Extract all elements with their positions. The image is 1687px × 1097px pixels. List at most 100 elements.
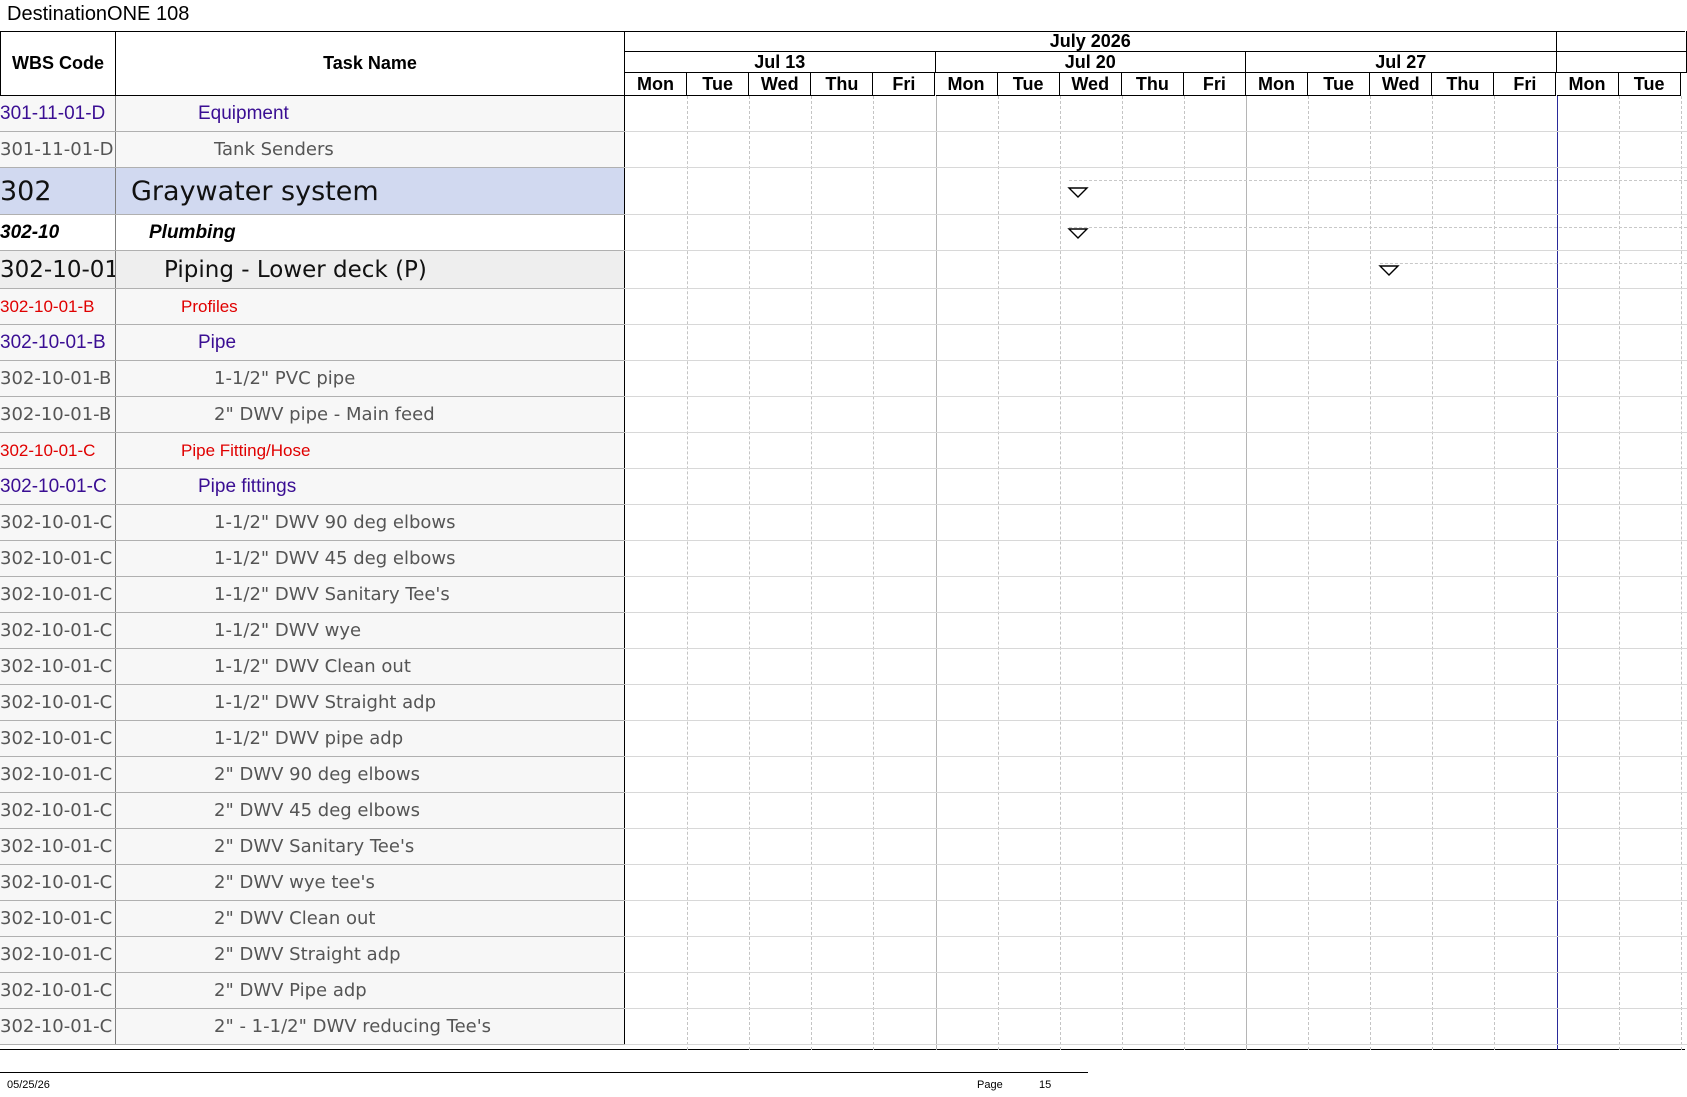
gantt-chart-area[interactable] xyxy=(625,96,1687,1050)
task-name-cell[interactable]: Pipe fittings xyxy=(116,469,625,504)
wbs-code-cell[interactable]: 302-10-01-C 0 xyxy=(0,721,116,756)
wbs-code-cell[interactable]: 302-10-01-B xyxy=(0,325,116,360)
task-name-cell[interactable]: 2" - 1-1/2" DWV reducing Tee's xyxy=(116,1009,625,1044)
wbs-code-cell[interactable]: 302-10-01-C 0 xyxy=(0,829,116,864)
task-name-cell[interactable]: 2" DWV pipe - Main feed xyxy=(116,397,625,432)
task-name-cell[interactable]: 2" DWV wye tee's xyxy=(116,865,625,900)
task-name-cell[interactable]: Equipment xyxy=(116,96,625,131)
day-gridline xyxy=(1494,96,1496,1050)
wbs-code-cell[interactable]: 302-10-01-C 0 xyxy=(0,613,116,648)
task-name-cell[interactable]: Profiles xyxy=(116,289,625,324)
wbs-code-cell[interactable]: 302-10-01-C 0 xyxy=(0,577,116,612)
task-row[interactable]: 302-10-01-C 01-1/2" DWV 45 deg elbows xyxy=(0,541,625,577)
task-row[interactable]: 302-10-01-C 01-1/2" DWV 90 deg elbows xyxy=(0,505,625,541)
summary-bar-line xyxy=(1069,180,1687,181)
row-gridline xyxy=(625,864,1687,865)
task-name-cell[interactable]: 2" DWV Straight adp xyxy=(116,937,625,972)
wbs-code-cell[interactable]: 302-10-01-C 0 xyxy=(0,649,116,684)
wbs-code-column-header[interactable]: WBS Code xyxy=(0,31,116,96)
wbs-code-cell[interactable]: 302-10-01-B 0 xyxy=(0,361,116,396)
task-name-cell[interactable]: 1-1/2" DWV Straight adp xyxy=(116,685,625,720)
wbs-code-cell[interactable]: 302-10-01-C 0 xyxy=(0,1009,116,1044)
task-name-cell[interactable]: 1-1/2" DWV 45 deg elbows xyxy=(116,541,625,576)
wbs-code-cell[interactable]: 302-10-01-B xyxy=(0,289,116,324)
task-row[interactable]: 302 Graywater system xyxy=(0,168,625,215)
wbs-code-cell[interactable]: 302-10-01-C 0 xyxy=(0,757,116,792)
task-row[interactable]: 302-10-01-C 01-1/2" DWV wye xyxy=(0,613,625,649)
task-row[interactable]: 302-10-01-C 01-1/2" DWV Clean out xyxy=(0,649,625,685)
wbs-code-cell[interactable]: 302-10-01-C xyxy=(0,469,116,504)
task-row[interactable]: 302-10-01-B 0 1-1/2" PVC pipe xyxy=(0,361,625,397)
wbs-code-cell[interactable]: 301-11-01-D xyxy=(0,96,116,131)
wbs-code-cell[interactable]: 302-10-01-C 0 xyxy=(0,937,116,972)
task-row[interactable]: 302-10-01-C 02" DWV Straight adp xyxy=(0,937,625,973)
task-row[interactable]: 302-10-01-C 02" DWV 90 deg elbows xyxy=(0,757,625,793)
task-row[interactable]: 302-10-01-C 02" DWV wye tee's xyxy=(0,865,625,901)
wbs-code-cell[interactable]: 302-10-01 xyxy=(0,251,116,288)
task-row[interactable]: 302-10-01-C 01-1/2" DWV pipe adp xyxy=(0,721,625,757)
task-name-cell[interactable]: 1-1/2" DWV pipe adp xyxy=(116,721,625,756)
task-name-cell[interactable]: Plumbing xyxy=(116,215,625,250)
summary-milestone-icon[interactable] xyxy=(1067,227,1089,241)
task-name-cell[interactable]: 2" DWV Sanitary Tee's xyxy=(116,829,625,864)
task-row[interactable]: 302-10-01 Piping - Lower deck (P) xyxy=(0,251,625,289)
day-header-thu-9: Thu xyxy=(1121,73,1184,96)
task-name-cell[interactable]: Pipe Fitting/Hose xyxy=(116,433,625,468)
wbs-code-cell[interactable]: 302-10 xyxy=(0,215,116,250)
wbs-code-cell[interactable]: 302-10-01-B 0 xyxy=(0,397,116,432)
day-gridline xyxy=(1246,96,1247,1050)
task-name-cell[interactable]: 1-1/2" DWV wye xyxy=(116,613,625,648)
task-name-cell[interactable]: Piping - Lower deck (P) xyxy=(116,251,625,288)
day-header-wed-13: Wed xyxy=(1370,73,1433,96)
wbs-code-cell[interactable]: 302-10-01-C 0 xyxy=(0,973,116,1008)
wbs-code-cell[interactable]: 302-10-01-C 0 xyxy=(0,865,116,900)
week-header-jul-13: Jul 13 xyxy=(625,52,936,73)
wbs-code-cell[interactable]: 302-10-01-C 0 xyxy=(0,793,116,828)
wbs-code-cell[interactable]: 302-10-01-C 0 xyxy=(0,685,116,720)
footer-divider xyxy=(0,1072,1088,1073)
task-name-cell[interactable]: 2" DWV 90 deg elbows xyxy=(116,757,625,792)
task-row[interactable]: 302-10-01-C 02" DWV Sanitary Tee's xyxy=(0,829,625,865)
task-row[interactable]: 302-10-01-C Pipe fittings xyxy=(0,469,625,505)
task-row[interactable]: 302-10 Plumbing xyxy=(0,215,625,251)
task-row[interactable]: 302-10-01-C 02" DWV Clean out xyxy=(0,901,625,937)
task-row[interactable]: 301-11-01-D 0Tank Senders xyxy=(0,132,625,168)
task-row[interactable]: 302-10-01-C Pipe Fitting/Hose xyxy=(0,433,625,469)
task-name-cell[interactable]: 2" DWV Clean out xyxy=(116,901,625,936)
task-row[interactable]: 302-10-01-C 02" - 1-1/2" DWV reducing Te… xyxy=(0,1009,625,1045)
task-name-cell[interactable]: 1-1/2" DWV Sanitary Tee's xyxy=(116,577,625,612)
row-gridline xyxy=(625,828,1687,829)
task-name-cell[interactable]: 2" DWV 45 deg elbows xyxy=(116,793,625,828)
row-gridline xyxy=(625,131,1687,132)
wbs-code-cell[interactable]: 302 xyxy=(0,168,116,214)
task-row[interactable]: 302-10-01-B Profiles xyxy=(0,289,625,325)
task-name-cell[interactable]: 1-1/2" DWV 90 deg elbows xyxy=(116,505,625,540)
task-name-column-header[interactable]: Task Name xyxy=(116,31,625,96)
task-name-cell[interactable]: Tank Senders xyxy=(116,132,625,167)
task-row[interactable]: 302-10-01-C 02" DWV Pipe adp xyxy=(0,973,625,1009)
row-gridline xyxy=(625,396,1687,397)
wbs-code-cell[interactable]: 302-10-01-C 0 xyxy=(0,505,116,540)
day-gridline xyxy=(749,96,751,1050)
task-name-cell[interactable]: 1-1/2" DWV Clean out xyxy=(116,649,625,684)
status-date-line xyxy=(1556,96,1558,1050)
task-row[interactable]: 302-10-01-C 02" DWV 45 deg elbows xyxy=(0,793,625,829)
task-name-cell[interactable]: 2" DWV Pipe adp xyxy=(116,973,625,1008)
task-row[interactable]: 302-10-01-C 01-1/2" DWV Straight adp xyxy=(0,685,625,721)
task-name-cell[interactable]: Graywater system xyxy=(116,168,625,214)
wbs-code-cell[interactable]: 302-10-01-C 0 xyxy=(0,901,116,936)
task-row[interactable]: 302-10-01-B 0 2" DWV pipe - Main feed xyxy=(0,397,625,433)
task-row[interactable]: 301-11-01-D Equipment xyxy=(0,96,625,132)
row-gridline xyxy=(625,214,1687,215)
wbs-code-cell[interactable]: 301-11-01-D 0 xyxy=(0,132,116,167)
summary-milestone-icon[interactable] xyxy=(1377,264,1400,278)
task-name-cell[interactable]: 1-1/2" PVC pipe xyxy=(116,361,625,396)
wbs-code-cell[interactable]: 302-10-01-C 0 xyxy=(0,541,116,576)
day-gridline xyxy=(1680,96,1682,1050)
task-name-cell[interactable]: Pipe xyxy=(116,325,625,360)
summary-milestone-icon[interactable] xyxy=(1067,186,1089,200)
task-row[interactable]: 302-10-01-B Pipe xyxy=(0,325,625,361)
task-row[interactable]: 302-10-01-C 01-1/2" DWV Sanitary Tee's xyxy=(0,577,625,613)
document-title: DestinationONE 108 xyxy=(7,3,190,25)
wbs-code-cell[interactable]: 302-10-01-C xyxy=(0,433,116,468)
